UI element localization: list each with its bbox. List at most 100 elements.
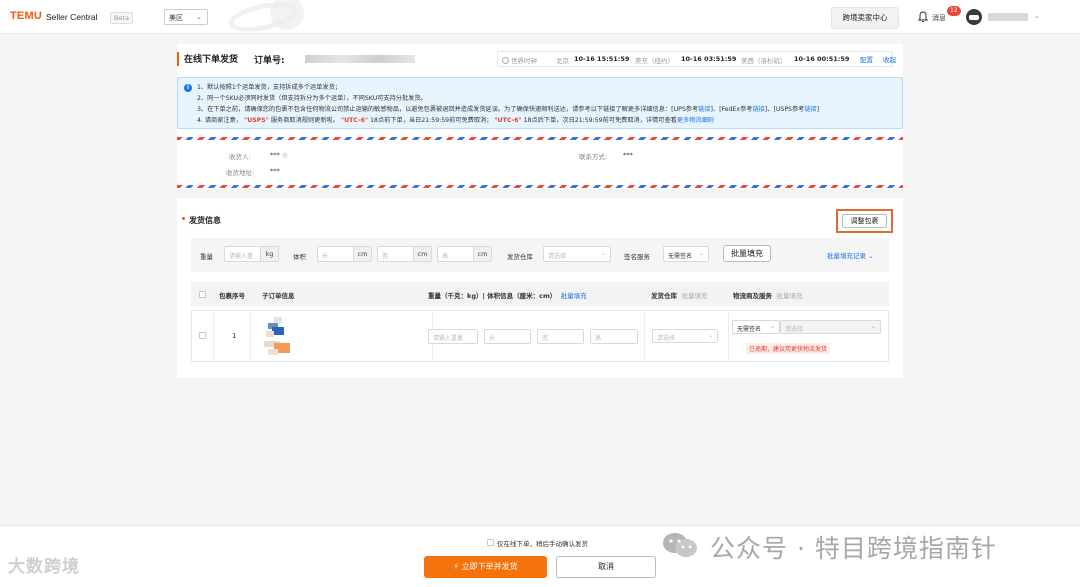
chevron-down-icon: ⌄ — [707, 332, 713, 339]
world-clock-label: 世界时钟 — [502, 55, 537, 65]
globe-icon — [502, 57, 509, 64]
seller-center-button[interactable]: 跨境卖家中心 — [831, 7, 899, 29]
world-clock: 世界时钟 北京 10-16 15:51:59 美东（纽约） 10-16 03:5… — [497, 51, 893, 67]
watermark-left: 大数跨境 — [8, 557, 80, 577]
clock-time: 10-16 03:51:59 — [681, 55, 737, 63]
region-value: 美区 — [169, 14, 183, 22]
decorative-ring — [226, 0, 300, 37]
contact-label: 联系方式: — [579, 153, 608, 161]
chevron-down-icon: ⌄ — [868, 252, 874, 260]
col-warehouse: 发货仓库 批量填充 — [651, 292, 708, 300]
bell-icon[interactable] — [918, 11, 928, 23]
message-count-badge: 12 — [947, 6, 961, 16]
table-row: 1 请输入重量 长 宽 高 请选择 ⌄ 无需签名 ⌄ 请选择 ⌄ 已逾期，建议用更快物… — [191, 310, 889, 362]
row-sign-select[interactable]: 无需签名 ⌄ — [732, 320, 780, 334]
clock-config-link[interactable]: 配置 — [860, 54, 873, 64]
notice-line: 1、默认按照1个运单发货，支持拆成多个运单发货； — [197, 84, 341, 91]
sign-service-label: 签名服务 — [624, 253, 650, 261]
fedex-link[interactable]: 链接 — [752, 106, 764, 113]
clock-collapse-link[interactable]: 收起 — [883, 54, 896, 64]
ups-link[interactable]: 链接 — [698, 106, 710, 113]
region-select[interactable]: 美区 ⌄ — [164, 9, 208, 25]
volume-label: 体积 — [293, 253, 306, 261]
shipping-section-title: 发货信息 — [189, 216, 221, 225]
bulk-fill-button[interactable]: 批量填充 — [723, 245, 771, 262]
address-label: 收货地址: — [226, 169, 255, 177]
package-table-header: 包裹序号 子订单信息 重量（千克：kg）| 体积信息（厘米：cm） 批量填充 发… — [191, 282, 889, 306]
contact-value: *** — [623, 151, 633, 159]
warehouse-select[interactable]: 请选择 ⌄ — [543, 246, 611, 262]
airmail-border — [177, 185, 903, 188]
eye-icon: ◎ — [281, 151, 288, 159]
col-sub-order: 子订单信息 — [262, 292, 295, 300]
wechat-icon — [663, 533, 697, 557]
notice-line: 3、在下单之前，请确保您的包裹不包含任何物流公司禁止运输的敏感物品，以避免包裹被… — [197, 106, 820, 113]
top-bar: TEMU Seller Central Beta 美区 ⌄ 跨境卖家中心 消息 … — [0, 0, 1080, 37]
avatar[interactable] — [966, 9, 982, 25]
recipient-name-label: 收货人: — [229, 153, 251, 161]
weight-label: 重量 — [200, 253, 213, 261]
height-input[interactable]: 高 cm — [437, 246, 492, 262]
chevron-down-icon[interactable]: ⌄ — [1034, 12, 1040, 20]
row-width-input[interactable]: 宽 — [537, 329, 584, 344]
row-weight-input[interactable]: 请输入重量 — [428, 329, 478, 344]
order-number-label: 订单号: — [254, 56, 285, 66]
row-height-input[interactable]: 高 — [590, 329, 638, 344]
messages-label[interactable]: 消息 — [932, 13, 946, 23]
select-all-checkbox[interactable] — [199, 291, 206, 298]
row-checkbox[interactable] — [199, 332, 206, 339]
online-only-checkbox[interactable] — [487, 539, 494, 546]
warehouse-label: 发货仓库 — [507, 253, 533, 261]
shipping-info-card: 发货信息 调整包裹 重量 请输入重 kg 体积 长 cm 宽 cm 高 cm 发… — [177, 198, 903, 378]
info-icon: i — [184, 84, 192, 92]
clock-city: 美东（纽约） — [635, 57, 674, 65]
adjust-package-button[interactable]: 调整包裹 — [842, 214, 887, 228]
row-warehouse-select[interactable]: 请选择 ⌄ — [652, 329, 718, 343]
clock-time: 10-16 15:51:59 — [574, 55, 630, 63]
watermark-right: 公众号 · 特目跨境指南针 — [710, 534, 997, 563]
kg-unit: kg — [260, 247, 278, 261]
notice-line: 2、同一个SKU必须同时发货（但支持拆分为多个运单），不同SKU可支持分批发货。 — [197, 95, 427, 102]
logistics-rules-link[interactable]: 更多物流细则 — [677, 117, 714, 124]
notice-banner: i 1、默认按照1个运单发货，支持拆成多个运单发货； 2、同一个SKU必须同时发… — [177, 77, 903, 129]
notice-line: 4. 请商家注意， "USPS" 服务商取消规则更新啦。 "UTC-6" 18点… — [197, 117, 714, 124]
clock-city: 北京 — [556, 57, 569, 65]
chevron-down-icon: ⌄ — [698, 250, 704, 257]
online-only-label[interactable]: 仅在线下单，稍后手动确认发货 — [497, 538, 588, 548]
cancel-button[interactable]: 取消 — [556, 556, 656, 578]
clock-time: 10-16 00:51:59 — [794, 55, 850, 63]
col-package-no: 包裹序号 — [219, 292, 245, 300]
sign-service-select[interactable]: 无需签名 ⌄ — [663, 246, 709, 262]
weight-input[interactable]: 请输入重 kg — [224, 246, 279, 262]
chevron-down-icon: ⌄ — [870, 323, 876, 330]
col-logistics: 物流商及服务 批量填充 — [733, 292, 803, 300]
lightning-icon: ⚡ — [453, 562, 460, 571]
chevron-down-icon: ⌄ — [196, 13, 202, 21]
product-thumbnail[interactable] — [260, 317, 304, 357]
usps-link[interactable]: 链接 — [804, 106, 816, 113]
app-name: Seller Central — [46, 12, 98, 22]
bulk-fill-bar: 重量 请输入重 kg 体积 长 cm 宽 cm 高 cm 发货仓库 请选择 ⌄ … — [191, 238, 889, 272]
address-value: *** — [270, 167, 280, 175]
order-info-card: 在线下单发货 订单号: 世界时钟 北京 10-16 15:51:59 美东（纽约… — [177, 44, 903, 189]
username-masked[interactable] — [988, 13, 1028, 21]
submit-and-ship-button[interactable]: ⚡ 立即下单并发货 — [424, 556, 547, 578]
airmail-border — [177, 137, 903, 140]
order-number-masked — [305, 55, 415, 63]
bulk-fill-history-link[interactable]: 批量填充记录 ⌄ — [827, 250, 874, 260]
beta-badge: Beta — [110, 12, 133, 24]
chevron-down-icon: ⌄ — [769, 323, 775, 330]
section-dot — [182, 217, 185, 220]
row-length-input[interactable]: 长 — [484, 329, 531, 344]
overdue-warning: 已逾期，建议用更快物流发货 — [746, 343, 831, 354]
adjust-package-highlight: 调整包裹 — [836, 209, 893, 233]
length-input[interactable]: 长 cm — [317, 246, 372, 262]
package-index: 1 — [232, 332, 237, 340]
width-input[interactable]: 宽 cm — [377, 246, 432, 262]
recipient-name-value: *** ◎ — [270, 151, 288, 159]
row-service-select[interactable]: 请选择 ⌄ — [780, 320, 881, 334]
temu-logo[interactable]: TEMU — [10, 10, 42, 22]
chevron-down-icon: ⌄ — [600, 250, 606, 257]
clock-city: 美西（洛杉矶） — [741, 57, 787, 65]
weight-bulk-fill-link[interactable]: 批量填充 — [561, 292, 587, 300]
